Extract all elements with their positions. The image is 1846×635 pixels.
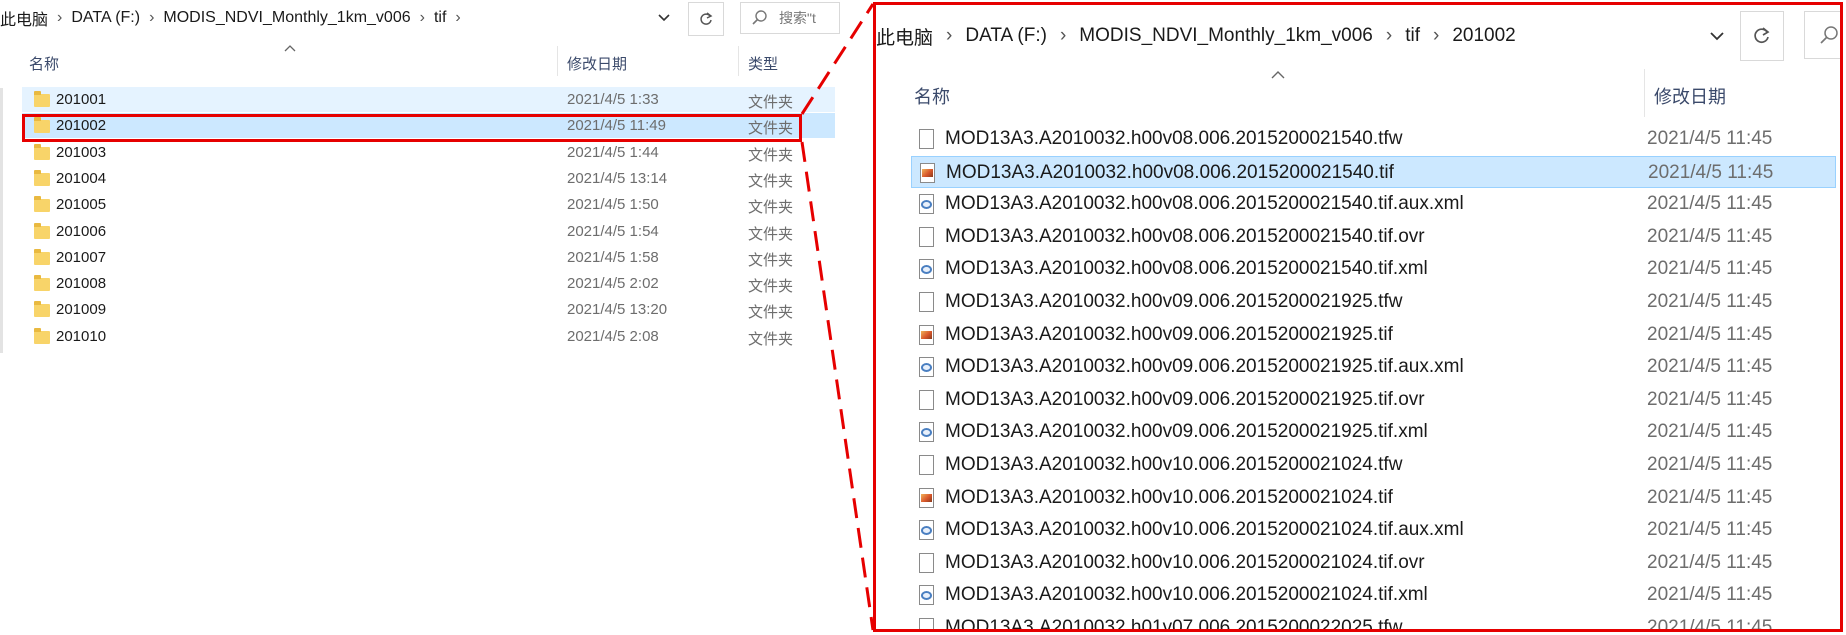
file-modified: 2021/4/5 11:45 — [1647, 291, 1773, 312]
file-name: MOD13A3.A2010032.h00v08.006.201520002154… — [945, 258, 1428, 280]
table-row[interactable]: MOD13A3.A2010032.h00v10.006.201520002102… — [911, 579, 1836, 611]
file-modified: 2021/4/5 11:45 — [1647, 617, 1773, 632]
file-modified: 2021/4/5 11:45 — [1647, 323, 1773, 345]
breadcrumb-separator-icon: › — [1385, 25, 1393, 46]
file-name: MOD13A3.A2010032.h00v08.006.201520002154… — [945, 128, 1403, 149]
file-name: MOD13A3.A2010032.h00v09.006.201520002192… — [945, 388, 1425, 410]
file-modified: 2021/4/5 11:45 — [1647, 421, 1773, 443]
file-name: MOD13A3.A2010032.h00v08.006.201520002154… — [946, 161, 1394, 183]
table-row[interactable]: MOD13A3.A2010032.h00v09.006.201520002192… — [911, 384, 1836, 416]
image-file-icon — [919, 487, 934, 508]
breadcrumb-separator-icon: › — [1432, 25, 1440, 46]
file-modified: 2021/4/5 11:45 — [1648, 161, 1774, 183]
chevron-down-icon — [1710, 32, 1724, 41]
file-name: MOD13A3.A2010032.h00v09.006.201520002192… — [945, 291, 1403, 312]
table-row[interactable]: MOD13A3.A2010032.h00v09.006.201520002192… — [911, 416, 1836, 448]
file-icon — [919, 226, 934, 247]
breadcrumb-item[interactable]: tif — [1405, 25, 1420, 47]
refresh-button[interactable] — [1740, 11, 1784, 61]
table-row[interactable]: MOD13A3.A2010032.h00v10.006.201520002102… — [911, 514, 1836, 546]
file-name: MOD13A3.A2010032.h00v10.006.201520002102… — [945, 551, 1425, 573]
file-modified: 2021/4/5 11:45 — [1647, 486, 1773, 508]
table-row[interactable]: MOD13A3.A2010032.h00v10.006.201520002102… — [911, 547, 1836, 579]
file-name: MOD13A3.A2010032.h00v09.006.201520002192… — [945, 421, 1428, 443]
sort-ascending-icon — [1271, 71, 1285, 79]
search-input[interactable] — [1804, 11, 1840, 59]
xml-file-icon — [919, 585, 934, 606]
file-modified: 2021/4/5 11:45 — [1647, 128, 1773, 149]
table-row[interactable]: MOD13A3.A2010032.h00v09.006.201520002192… — [911, 319, 1836, 351]
breadcrumb-separator-icon: › — [946, 25, 953, 46]
table-row[interactable]: MOD13A3.A2010032.h01v07.006.201520002202… — [911, 612, 1836, 632]
right-explorer-pane: 此电脑 › DATA (F:) › MODIS_NDVI_Monthly_1km… — [873, 2, 1843, 632]
breadcrumb-item[interactable]: DATA (F:) — [965, 25, 1047, 47]
column-header-modified[interactable]: 修改日期 — [1654, 83, 1726, 109]
image-file-icon — [919, 324, 934, 345]
file-modified: 2021/4/5 11:45 — [1647, 258, 1773, 280]
file-modified: 2021/4/5 11:45 — [1647, 225, 1773, 247]
table-row[interactable]: MOD13A3.A2010032.h00v09.006.201520002192… — [911, 351, 1836, 383]
breadcrumb: 此电脑 › DATA (F:) › MODIS_NDVI_Monthly_1km… — [876, 23, 1516, 49]
table-row[interactable]: MOD13A3.A2010032.h00v08.006.201520002154… — [911, 221, 1836, 253]
file-modified: 2021/4/5 11:45 — [1647, 551, 1773, 573]
column-header-name[interactable]: 名称 — [914, 83, 950, 109]
file-icon — [919, 292, 934, 312]
file-modified: 2021/4/5 11:45 — [1647, 454, 1773, 475]
table-row[interactable]: MOD13A3.A2010032.h00v08.006.201520002154… — [911, 188, 1836, 220]
table-row[interactable]: MOD13A3.A2010032.h00v08.006.201520002154… — [911, 155, 1836, 188]
file-name: MOD13A3.A2010032.h00v09.006.201520002192… — [945, 323, 1393, 345]
file-icon — [919, 389, 934, 410]
breadcrumb-separator-icon: › — [1059, 25, 1067, 46]
search-icon — [1820, 26, 1838, 44]
table-row[interactable]: MOD13A3.A2010032.h00v08.006.201520002154… — [911, 253, 1836, 285]
xml-file-icon — [919, 357, 934, 378]
file-modified: 2021/4/5 11:45 — [1647, 519, 1773, 541]
column-divider[interactable] — [1644, 69, 1645, 117]
file-icon — [919, 552, 934, 573]
table-row[interactable]: MOD13A3.A2010032.h00v09.006.201520002192… — [911, 286, 1836, 318]
breadcrumb-item[interactable]: MODIS_NDVI_Monthly_1km_v006 — [1079, 25, 1373, 47]
table-row[interactable]: MOD13A3.A2010032.h00v10.006.201520002102… — [911, 482, 1836, 514]
file-name: MOD13A3.A2010032.h00v10.006.201520002102… — [945, 584, 1428, 606]
file-name: MOD13A3.A2010032.h00v09.006.201520002192… — [945, 356, 1464, 378]
address-dropdown-button[interactable] — [1696, 13, 1738, 59]
file-name: MOD13A3.A2010032.h00v10.006.201520002102… — [945, 486, 1393, 508]
xml-file-icon — [919, 422, 934, 443]
refresh-icon — [1754, 27, 1770, 44]
breadcrumb-item[interactable]: 此电脑 — [876, 23, 933, 50]
file-modified: 2021/4/5 11:45 — [1647, 388, 1773, 410]
file-modified: 2021/4/5 11:45 — [1647, 193, 1773, 215]
file-name: MOD13A3.A2010032.h00v10.006.201520002102… — [945, 454, 1403, 475]
breadcrumb-item[interactable]: 201002 — [1452, 25, 1515, 47]
file-icon — [919, 618, 934, 629]
file-name: MOD13A3.A2010032.h01v07.006.201520002202… — [945, 617, 1403, 632]
file-name: MOD13A3.A2010032.h00v08.006.201520002154… — [945, 225, 1425, 247]
xml-file-icon — [919, 194, 934, 215]
table-row[interactable]: MOD13A3.A2010032.h00v10.006.201520002102… — [911, 449, 1836, 481]
image-file-icon — [920, 162, 935, 183]
file-icon — [919, 455, 934, 475]
file-icon — [919, 129, 934, 149]
file-modified: 2021/4/5 11:45 — [1647, 584, 1773, 606]
file-modified: 2021/4/5 11:45 — [1647, 356, 1773, 378]
file-name: MOD13A3.A2010032.h00v08.006.201520002154… — [945, 193, 1464, 215]
table-row[interactable]: MOD13A3.A2010032.h00v08.006.201520002154… — [911, 123, 1836, 155]
xml-file-icon — [919, 259, 934, 280]
file-name: MOD13A3.A2010032.h00v10.006.201520002102… — [945, 519, 1464, 541]
xml-file-icon — [919, 520, 934, 541]
